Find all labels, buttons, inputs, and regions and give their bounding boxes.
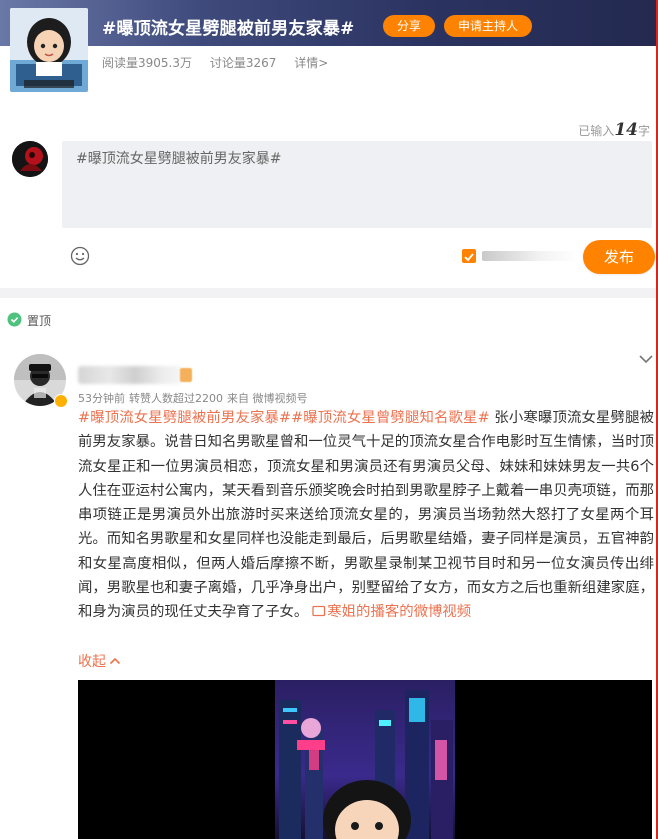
user-avatar[interactable] [12,141,48,177]
topic-tag-link[interactable]: #曝顶流女星曾劈腿知名歌星# [291,410,490,426]
check-icon [464,253,474,262]
share-button[interactable]: 分享 [383,15,436,37]
video-link-text: 寒姐的播客的微博视频 [327,604,472,621]
sync-option-blurred [482,251,578,261]
member-icon [180,368,192,382]
cartoon-girl-illustration [10,8,88,92]
compose-input[interactable]: #曝顶流女星劈腿被前男友家暴# [62,141,652,228]
collapse-label: 收起 [78,654,106,670]
video-icon [312,606,326,617]
discuss-count: 讨论量3267 [209,56,277,70]
pinned-label: 置顶 [27,314,52,328]
topic-title: #曝顶流女星劈腿被前男友家暴# [102,19,355,39]
sync-checkbox[interactable] [462,249,476,263]
post-author-name-blurred[interactable] [78,366,182,384]
collapse-button[interactable]: 收起 [78,651,121,671]
post-text: 张小寒曝顶流女星劈腿被前男友家暴。说昔日知名男歌星曾和一位灵气十足的顶流女星合作… [78,410,654,621]
verified-badge-icon [54,394,68,408]
post-repost-hint: 转赞人数超过2200 [129,392,223,405]
chevron-up-icon [109,657,121,665]
char-count-suffix: 字 [637,124,650,138]
pinned-indicator: 置顶 [6,310,51,330]
chevron-down-icon[interactable] [638,350,654,364]
avatar-image [12,141,48,177]
section-divider [0,288,658,298]
read-count: 阅读量3905.3万 [102,56,192,70]
topic-tag-link[interactable]: #曝顶流女星劈腿被前男友家暴# [78,410,291,426]
apply-host-button[interactable]: 申请主持人 [444,15,533,37]
topic-stats: 阅读量3905.3万 讨论量3267 详情> [102,54,342,71]
pin-icon [6,312,23,329]
topic-header: #曝顶流女星劈腿被前男友家暴# 分享 申请主持人 阅读量3905.3万 讨论量3… [0,0,658,100]
publish-button[interactable]: 发布 [583,240,655,274]
post-meta: 53分钟前 转赞人数超过2200 来自 微博视频号 [78,390,312,406]
char-count-value: 14 [614,120,638,140]
post-time[interactable]: 53分钟前 [78,392,125,405]
video-source-link[interactable]: 寒姐的播客的微博视频 [308,604,471,620]
video-thumbnail [275,680,455,839]
emoji-icon[interactable] [70,246,90,266]
details-link[interactable]: 详情> [294,56,328,70]
video-player[interactable] [78,680,652,839]
post-source: 来自 微博视频号 [227,392,308,405]
char-count: 已输入14字 [578,120,650,140]
post-body: #曝顶流女星劈腿被前男友家暴##曝顶流女星曾劈腿知名歌星# 张小寒曝顶流女星劈腿… [78,406,654,625]
topic-cover-image[interactable] [10,8,88,92]
char-count-prefix: 已输入 [578,124,615,138]
